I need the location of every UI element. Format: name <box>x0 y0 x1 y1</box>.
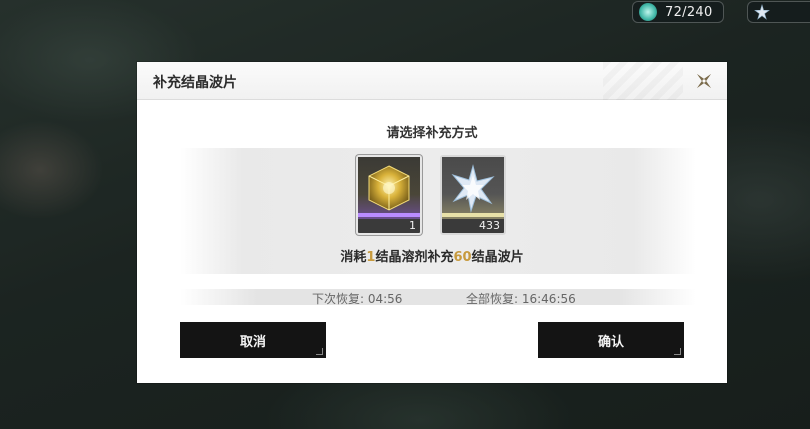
rarity-bar <box>442 213 504 217</box>
solvent-cube-icon <box>368 165 410 211</box>
dialog-header: 补充结晶波片 <box>137 62 727 100</box>
crystal-icon <box>639 3 657 21</box>
crystal-counter[interactable]: 72/240 <box>632 1 724 23</box>
crystal-counter-value: 72/240 <box>665 4 713 20</box>
consume-mid: 结晶溶剂补充 <box>375 250 454 265</box>
header-decoration <box>603 62 683 100</box>
star-icon <box>754 4 770 20</box>
rarity-bar <box>358 213 420 217</box>
recover-bar <box>180 289 696 305</box>
dialog-title: 补充结晶波片 <box>153 75 237 91</box>
cancel-button[interactable]: 取消 <box>180 322 326 358</box>
wafer-art <box>442 157 504 219</box>
item-crystal-solvent[interactable]: 1 <box>356 155 422 235</box>
refill-dialog: 补充结晶波片 请选择补充方式 1 433 消耗1结晶溶剂补充60结晶波片 下次恢… <box>137 62 727 383</box>
item-count: 433 <box>479 219 500 232</box>
next-recover-time: 下次恢复: 04:56 <box>312 292 403 306</box>
close-icon <box>696 73 712 89</box>
item-count: 1 <box>409 219 416 232</box>
consume-pre: 消耗 <box>340 250 367 265</box>
item-crystal-wafer[interactable]: 433 <box>440 155 506 235</box>
consume-text: 消耗1结晶溶剂补充60结晶波片 <box>137 246 727 265</box>
method-prompt: 请选择补充方式 <box>386 126 478 141</box>
wafer-star-icon <box>451 164 495 213</box>
full-recover-time: 全部恢复: 16:46:56 <box>466 292 576 306</box>
close-button[interactable] <box>691 68 717 94</box>
star-counter[interactable] <box>747 1 810 23</box>
solvent-art <box>358 157 420 219</box>
confirm-button[interactable]: 确认 <box>538 322 684 358</box>
consume-post: 结晶波片 <box>471 250 524 265</box>
consume-gain: 60 <box>453 250 472 265</box>
